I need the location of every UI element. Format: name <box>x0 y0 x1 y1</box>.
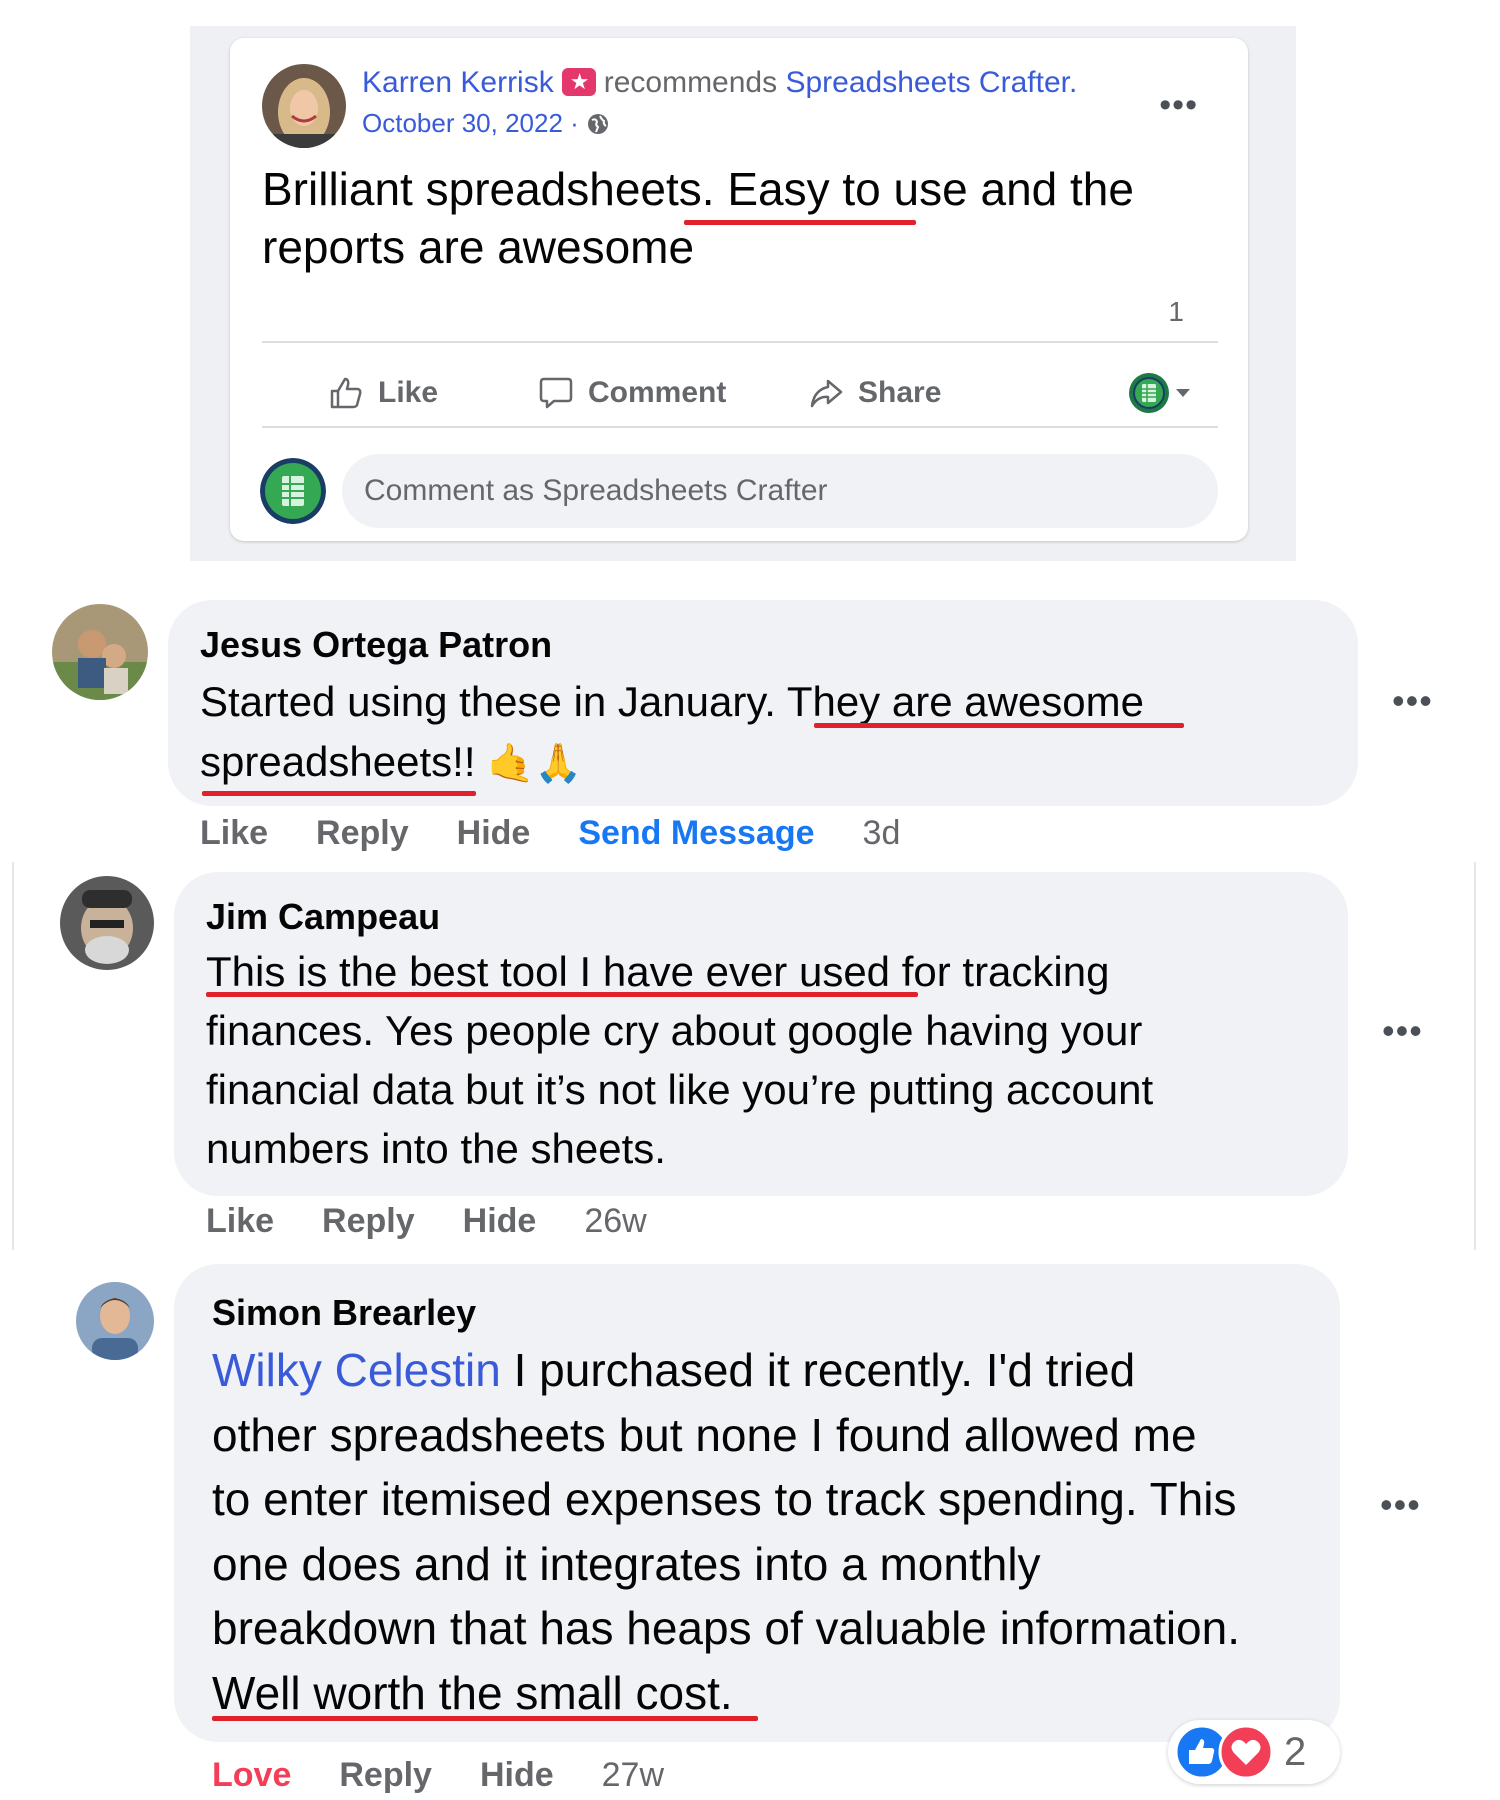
comment-label: Comment <box>588 376 727 409</box>
post-date[interactable]: October 30, 2022 <box>362 108 563 138</box>
underline-jesus-2 <box>202 791 476 796</box>
comment-text-simon-line3: to enter itemised expenses to track spen… <box>212 1473 1237 1525</box>
underline-jim <box>206 992 918 997</box>
underline-jesus-1 <box>814 723 1184 728</box>
comment-more-options-jesus[interactable]: ••• <box>1392 680 1433 722</box>
comment-hide-simon[interactable]: Hide <box>480 1756 554 1795</box>
comment-text-jim-line4: numbers into the sheets. <box>206 1125 666 1172</box>
comment-text-jim-line3: financial data but it’s not like you’re … <box>206 1066 1154 1113</box>
comment-more-options-simon[interactable]: ••• <box>1380 1484 1421 1526</box>
author-name[interactable]: Karren Kerrisk <box>362 66 554 99</box>
post-meta: October 30, 2022 · <box>362 108 610 143</box>
post-highlight-underline <box>684 220 916 225</box>
author-avatar[interactable] <box>262 64 346 148</box>
reaction-count-simon: 2 <box>1284 1729 1307 1774</box>
action-text: recommends <box>603 66 778 99</box>
post-divider-bottom <box>262 426 1218 428</box>
comment-like-jesus[interactable]: Like <box>200 814 268 853</box>
comment-avatar-jesus[interactable] <box>52 604 148 700</box>
thread-line-left <box>12 862 14 1250</box>
comment-button[interactable]: Comment <box>538 368 726 418</box>
share-label: Share <box>858 376 942 409</box>
comment-time-jesus[interactable]: 3d <box>863 814 901 853</box>
comment-text-simon-line2: other spreadsheets but none I found allo… <box>212 1408 1197 1461</box>
comment-text-jesus-highlight1: They are awesome <box>786 678 1144 725</box>
globe-icon <box>586 112 610 143</box>
comment-text-jesus-plain: Started using these in January. <box>200 678 787 725</box>
comment-love-simon[interactable]: Love <box>212 1756 291 1795</box>
comment-reply-jim[interactable]: Reply <box>322 1202 415 1241</box>
comment-send-message-jesus[interactable]: Send Message <box>578 814 814 853</box>
caret-down-icon <box>1176 389 1190 397</box>
comment-reply-jesus[interactable]: Reply <box>316 814 409 853</box>
comment-text-simon-line5: breakdown that has heaps of valuable inf… <box>212 1602 1240 1654</box>
like-label: Like <box>378 376 439 409</box>
comment-time-simon[interactable]: 27w <box>602 1756 664 1795</box>
comment-author-jesus[interactable]: Jesus Ortega Patron <box>200 624 552 666</box>
love-reaction-icon <box>1218 1724 1274 1780</box>
reaction-summary-simon[interactable]: 2 <box>1168 1720 1340 1784</box>
comment-more-options-jim[interactable]: ••• <box>1382 1010 1423 1052</box>
comment-reply-simon[interactable]: Reply <box>339 1756 432 1795</box>
comment-text-jim-highlight: This is the best tool I have ever used <box>206 948 891 995</box>
commenter-page-avatar <box>260 458 326 524</box>
comment-input[interactable]: Comment as Spreadsheets Crafter <box>342 454 1218 528</box>
comment-hide-jesus[interactable]: Hide <box>457 814 531 853</box>
comment-author-jim[interactable]: Jim Campeau <box>206 896 440 938</box>
trailing-period: . <box>1068 66 1078 99</box>
comment-actions-simon: Love Reply Hide 27w <box>212 1756 712 1795</box>
comment-time-jim[interactable]: 26w <box>584 1202 646 1241</box>
reaction-count[interactable]: 1 <box>1168 296 1184 328</box>
comment-text-simon-plain: I purchased it recently. I'd tried <box>500 1344 1136 1396</box>
underline-simon <box>212 1716 758 1721</box>
comment-text-simon-line1: Wilky Celestin I purchased it recently. … <box>212 1338 1240 1403</box>
comment-text-jim-line2: finances. Yes people cry about google ha… <box>206 1007 1143 1054</box>
post-card: Karren Kerrisk recommends Spreadsheets Cr… <box>230 38 1248 541</box>
post-text-part1: Brilliant spreadsheets. <box>262 163 728 215</box>
like-button[interactable]: Like <box>328 368 438 418</box>
comment-text-jim-plain: for tracking <box>890 948 1110 995</box>
comment-author-simon[interactable]: Simon Brearley <box>212 1292 476 1334</box>
page-identity-switcher[interactable] <box>1128 372 1192 414</box>
thread-line-right <box>1474 862 1476 1250</box>
mention-link[interactable]: Wilky Celestin <box>212 1344 501 1396</box>
post-text: Brilliant spreadsheets. Easy to use and … <box>262 160 1222 276</box>
spreadsheets-crafter-logo-icon <box>1129 373 1169 413</box>
comment-actions-jim: Like Reply Hide 26w <box>206 1202 695 1241</box>
comment-text-jesus-line1: Started using these in January. They are… <box>200 674 1144 730</box>
comment-avatar-jim[interactable] <box>60 876 154 970</box>
comment-text-jesus-line2: spreadsheets!! 🤙🙏 <box>200 734 582 792</box>
post-more-options[interactable]: ••• <box>1159 86 1198 125</box>
comment-like-jim[interactable]: Like <box>206 1202 274 1241</box>
comment-avatar-simon[interactable] <box>76 1282 154 1360</box>
recommends-star-icon <box>561 68 596 96</box>
share-button[interactable]: Share <box>808 368 941 418</box>
comment-hide-jim[interactable]: Hide <box>463 1202 537 1241</box>
comment-text-jim: This is the best tool I have ever used f… <box>206 942 1153 1178</box>
comment-text-simon-line4: one does and it integrates into a monthl… <box>212 1537 1041 1590</box>
share-arrow-icon <box>810 379 843 408</box>
meta-separator: · <box>570 108 579 138</box>
comment-text-jesus-highlight2: spreadsheets!! <box>200 738 476 785</box>
comment-bubble-icon <box>539 377 573 409</box>
comment-actions-jesus: Like Reply Hide Send Message 3d <box>200 814 948 853</box>
post-text-highlight: Easy to use <box>727 163 968 215</box>
page-name-link[interactable]: Spreadsheets Crafter <box>785 66 1069 99</box>
post-header: Karren Kerrisk recommends Spreadsheets Cr… <box>362 66 1077 100</box>
comment-text-simon: Wilky Celestin I purchased it recently. … <box>212 1338 1240 1725</box>
post-divider-top <box>262 341 1218 343</box>
emoji-reactions: 🤙🙏 <box>487 743 582 785</box>
post-frame: Karren Kerrisk recommends Spreadsheets Cr… <box>190 26 1296 561</box>
thumbs-up-icon <box>330 377 362 409</box>
